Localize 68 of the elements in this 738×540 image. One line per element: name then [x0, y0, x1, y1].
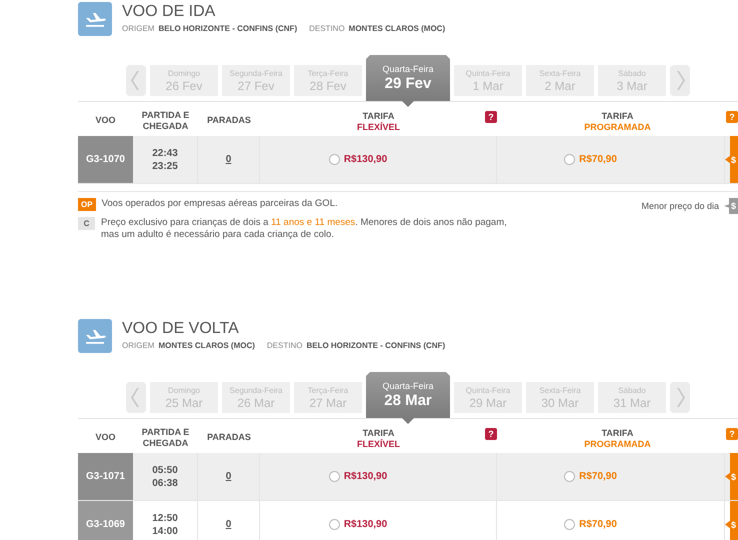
fare-radio[interactable]: [564, 154, 576, 165]
fare-radio[interactable]: [328, 471, 340, 482]
fare-price: R$130,90: [344, 519, 388, 530]
legend-text: Voos operados por empresas aéreas parceiras da GOL.: [102, 198, 339, 210]
airplane-icon: [78, 2, 112, 36]
airplane-icon: [78, 319, 112, 353]
fare-label: TARIFA: [362, 428, 394, 439]
fare-label: TARIFA: [602, 428, 634, 439]
flight-row[interactable]: G3-1071 05:50 06:38 0 R$130,90 R$70,90 $: [78, 453, 738, 501]
origin-label: ORIGEM: [122, 341, 154, 350]
column-header: PARADAS: [206, 114, 252, 127]
fare-name: FLEXÍVEL: [356, 439, 400, 450]
departure-time: 12:50: [152, 512, 178, 524]
destination-label: DESTINO: [266, 341, 302, 350]
legend-badge: OP: [78, 198, 96, 211]
column-header: PARTIDA E CHEGADA: [140, 426, 190, 450]
fare-label: TARIFA: [362, 111, 394, 122]
lowest-price-tag: $: [725, 136, 738, 183]
lowest-price-note: Menor preço do dia: [641, 201, 719, 211]
flight-number: G3-1069: [78, 501, 133, 540]
destination-label: DESTINO: [309, 24, 345, 33]
destination-value: MONTES CLAROS (MOC): [348, 24, 446, 33]
flight-row[interactable]: G3-1069 12:50 14:00 0 R$130,90 R$70,90 $: [78, 501, 738, 540]
column-header: PARADAS: [206, 431, 252, 444]
stops-link[interactable]: 0: [226, 471, 232, 482]
fare-price: R$130,90: [344, 471, 388, 482]
date-tab[interactable]: Quarta-Feira 28 Mar: [366, 372, 450, 424]
departure-time: 05:50: [152, 464, 178, 476]
lowest-price-tag: $: [725, 453, 738, 500]
arrival-time: 06:38: [152, 476, 178, 490]
section-title: VOO DE VOLTA: [122, 320, 240, 338]
section-title: VOO DE IDA: [122, 3, 216, 21]
stops-link[interactable]: 0: [226, 519, 232, 530]
lowest-price-tag: $: [724, 198, 738, 214]
fare-label: TARIFA: [602, 111, 634, 122]
fare-radio[interactable]: [564, 471, 576, 482]
fare-price: R$70,90: [579, 471, 617, 482]
date-tab[interactable]: Quarta-Feira 29 Fev: [366, 55, 450, 107]
fare-radio[interactable]: [328, 519, 340, 530]
fare-radio[interactable]: [328, 154, 340, 165]
fare-name: PROGRAMADA: [584, 439, 651, 450]
origin-label: ORIGEM: [122, 24, 154, 33]
flight-row[interactable]: G3-1070 22:43 23:25 0 R$130,90 R$70,90 $: [78, 136, 738, 184]
stops-link[interactable]: 0: [226, 154, 232, 165]
legend-text: Preço exclusivo para crianças de dois a 11 anos e 11 meses. Menores de dois anos não pagam, mas um adulto é necessário para cada criança de colo.: [101, 217, 508, 241]
fare-name: FLEXÍVEL: [356, 122, 400, 133]
fare-radio[interactable]: [564, 519, 576, 530]
help-badge[interactable]: ?: [726, 111, 738, 123]
fare-price: R$70,90: [579, 519, 617, 530]
column-header: PARTIDA E CHEGADA: [140, 108, 190, 132]
flight-number: G3-1070: [78, 136, 133, 183]
fare-price: R$70,90: [579, 154, 617, 165]
fare-price: R$130,90: [344, 154, 388, 165]
legend-badge: C: [78, 217, 95, 230]
column-header: VOO: [94, 431, 116, 444]
destination-value: BELO HORIZONTE - CONFINS (CNF): [306, 341, 446, 350]
origin-value: MONTES CLAROS (MOC): [158, 341, 255, 350]
flight-number: G3-1071: [78, 453, 133, 500]
lowest-price-tag: $: [725, 501, 738, 540]
fare-name: PROGRAMADA: [584, 122, 651, 133]
help-badge[interactable]: ?: [726, 428, 738, 440]
origin-value: BELO HORIZONTE - CONFINS (CNF): [158, 24, 298, 33]
arrival-time: 23:25: [152, 160, 178, 172]
departure-time: 22:43: [152, 146, 178, 160]
help-badge[interactable]: ?: [485, 428, 497, 440]
arrival-time: 14:00: [152, 524, 178, 538]
help-badge[interactable]: ?: [485, 111, 497, 123]
column-header: VOO: [94, 114, 116, 127]
